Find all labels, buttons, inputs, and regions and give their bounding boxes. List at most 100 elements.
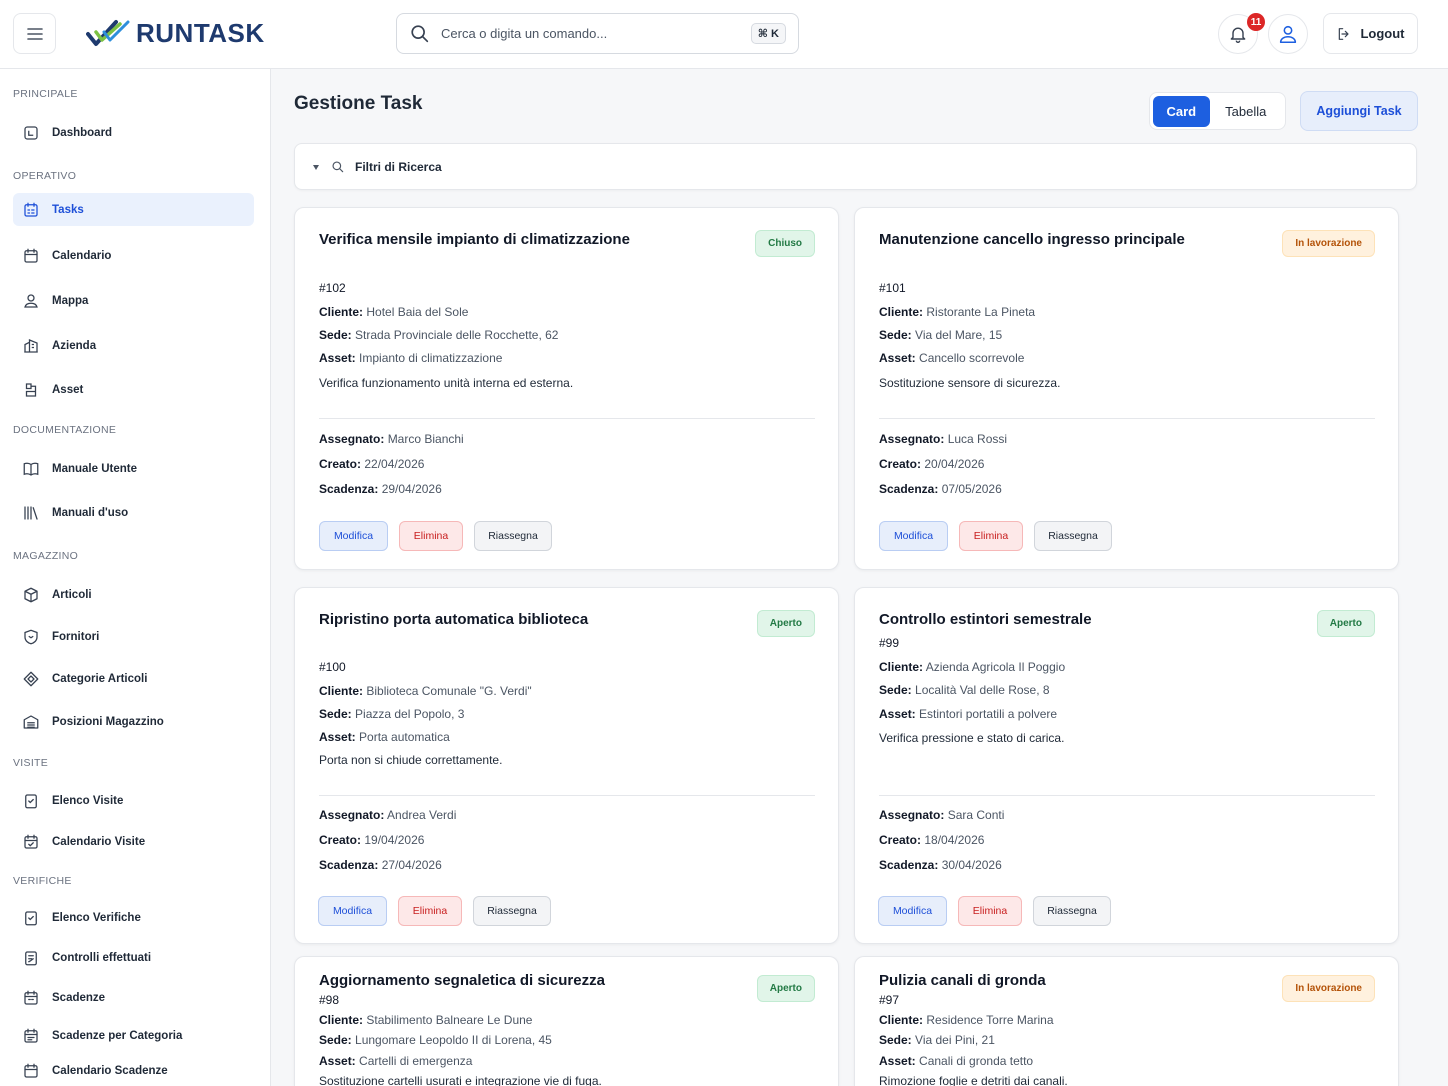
sidebar-item-label: Posizioni Magazzino — [52, 715, 164, 728]
document-check-icon — [21, 948, 41, 968]
bell-icon — [1230, 27, 1246, 43]
sidebar-item-label: Elenco Visite — [52, 794, 124, 807]
sidebar-item-azienda[interactable]: Azienda — [13, 329, 254, 362]
task-asset: Asset: Cartelli di emergenza — [319, 1054, 472, 1068]
sidebar-item-calendario[interactable]: Calendario — [13, 239, 254, 272]
task-description: Sostituzione cartelli usurati e integraz… — [319, 1074, 602, 1086]
sidebar-item-posizioni-magazzino[interactable]: Posizioni Magazzino — [13, 705, 254, 738]
label: Asset: — [879, 1054, 916, 1068]
user-profile-button[interactable] — [1268, 14, 1308, 54]
task-description: Verifica pressione e stato di carica. — [879, 731, 1065, 745]
label: Creato: — [879, 833, 922, 847]
sidebar-item-asset[interactable]: Asset — [13, 373, 254, 406]
value: Azienda Agricola Il Poggio — [925, 660, 1066, 674]
task-card: Pulizia canali di gronda In lavorazione … — [854, 956, 1399, 1086]
sidebar-item-label: Scadenze per Categoria — [52, 1029, 183, 1042]
logout-button[interactable]: Logout — [1323, 13, 1418, 54]
task-assignee: Assegnato: Sara Conti — [879, 808, 1004, 822]
sidebar-item-label: Elenco Verifiche — [52, 911, 141, 924]
sidebar-item-label: Scadenze — [52, 991, 106, 1004]
reassign-button[interactable]: Riassegna — [474, 521, 552, 551]
value: Località Val delle Rose, 8 — [915, 683, 1050, 697]
search-input[interactable] — [441, 26, 751, 41]
value: Lungomare Leopoldo II di Lorena, 45 — [355, 1033, 552, 1047]
calendar-check-icon — [21, 832, 41, 852]
sidebar-item-elenco-visite[interactable]: Elenco Visite — [13, 784, 254, 817]
label: Assegnato: — [319, 808, 385, 822]
logout-icon — [1339, 27, 1350, 40]
task-asset: Asset: Canali di gronda tetto — [879, 1054, 1033, 1068]
edit-button[interactable]: Modifica — [879, 521, 948, 551]
task-assignee: Assegnato: Marco Bianchi — [319, 432, 464, 446]
value: 18/04/2026 — [924, 833, 985, 847]
sidebar-item-manuale-utente[interactable]: Manuale Utente — [13, 452, 254, 485]
task-client: Cliente: Stabilimento Balneare Le Dune — [319, 1013, 532, 1027]
task-due: Scadenza: 29/04/2026 — [319, 482, 442, 496]
sidebar-item-dashboard[interactable]: Dashboard — [13, 116, 254, 149]
divider — [879, 418, 1375, 419]
value: Ristorante La Pineta — [926, 305, 1036, 319]
page-title: Gestione Task — [294, 93, 423, 114]
sidebar-item-label: Tasks — [52, 203, 84, 216]
view-table-button[interactable]: Tabella — [1210, 96, 1282, 127]
label: Asset: — [879, 351, 916, 365]
task-client: Cliente: Azienda Agricola Il Poggio — [879, 660, 1065, 674]
dashboard-icon — [21, 123, 41, 143]
value: Strada Provinciale delle Rocchette, 62 — [355, 328, 559, 342]
label: Sede: — [879, 328, 912, 342]
caret-down-icon — [313, 164, 319, 170]
sidebar-item-calendario-scadenze[interactable]: Calendario Scadenze — [13, 1054, 254, 1086]
command-search[interactable]: ⌘ K — [396, 13, 799, 54]
divider — [319, 418, 815, 419]
value: Canali di gronda tetto — [919, 1054, 1034, 1068]
sidebar-item-articoli[interactable]: Articoli — [13, 578, 254, 611]
edit-button[interactable]: Modifica — [319, 521, 388, 551]
delete-button[interactable]: Elimina — [959, 521, 1023, 551]
menu-toggle-button[interactable] — [13, 13, 56, 54]
label: Cliente: — [879, 1013, 924, 1027]
section-visite: VISITE — [13, 757, 49, 769]
reassign-button[interactable]: Riassegna — [1034, 521, 1112, 551]
task-title: Manutenzione cancello ingresso principal… — [879, 231, 1185, 248]
value: Hotel Baia del Sole — [366, 305, 469, 319]
status-badge: Aperto — [756, 610, 815, 637]
sidebar-item-controlli-effettuati[interactable]: Controlli effettuati — [13, 941, 254, 974]
sidebar-item-tasks[interactable]: Tasks — [13, 193, 254, 226]
sidebar-item-elenco-verifiche[interactable]: Elenco Verifiche — [13, 901, 254, 934]
sidebar-item-label: Fornitori — [52, 630, 100, 643]
task-created: Creato: 19/04/2026 — [319, 833, 424, 847]
task-site: Sede: Lungomare Leopoldo II di Lorena, 4… — [319, 1033, 552, 1047]
task-site: Sede: Strada Provinciale delle Rocchette… — [319, 328, 558, 342]
reassign-button[interactable]: Riassegna — [473, 896, 551, 926]
delete-button[interactable]: Elimina — [958, 896, 1022, 926]
view-toggle: Card Tabella — [1149, 92, 1286, 130]
label: Asset: — [319, 730, 356, 744]
sidebar-item-mappa[interactable]: Mappa — [13, 284, 254, 317]
brand-logo[interactable]: RUNTASK — [86, 15, 265, 51]
sidebar-item-scadenze[interactable]: Scadenze — [13, 981, 254, 1014]
delete-button[interactable]: Elimina — [398, 896, 462, 926]
sidebar-item-label: Calendario — [52, 249, 112, 262]
value: Porta automatica — [359, 730, 450, 744]
brand-name: RUNTASK — [136, 17, 265, 48]
delete-button[interactable]: Elimina — [399, 521, 463, 551]
sidebar-item-label: Calendario Scadenze — [52, 1064, 168, 1077]
reassign-button[interactable]: Riassegna — [1033, 896, 1111, 926]
add-task-button[interactable]: Aggiungi Task — [1300, 91, 1418, 131]
notification-badge: 11 — [1247, 13, 1265, 31]
task-due: Scadenza: 07/05/2026 — [879, 482, 1002, 496]
sidebar-item-fornitori[interactable]: Fornitori — [13, 620, 254, 653]
search-filters-toggle[interactable]: Filtri di Ricerca — [294, 143, 1417, 190]
sidebar-item-categorie-articoli[interactable]: Categorie Articoli — [13, 662, 254, 695]
edit-button[interactable]: Modifica — [878, 896, 947, 926]
runtask-logo-icon — [86, 20, 130, 46]
divider — [319, 795, 815, 796]
status-badge: In lavorazione — [1282, 975, 1375, 1002]
edit-button[interactable]: Modifica — [318, 896, 387, 926]
sidebar-item-scadenze-categoria[interactable]: Scadenze per Categoria — [13, 1019, 254, 1052]
view-card-button[interactable]: Card — [1153, 95, 1210, 127]
sidebar-item-manuali-uso[interactable]: Manuali d'uso — [13, 496, 254, 529]
asset-icon — [21, 380, 41, 400]
sidebar-item-calendario-visite[interactable]: Calendario Visite — [13, 825, 254, 858]
notifications-button[interactable]: 11 — [1218, 13, 1265, 54]
